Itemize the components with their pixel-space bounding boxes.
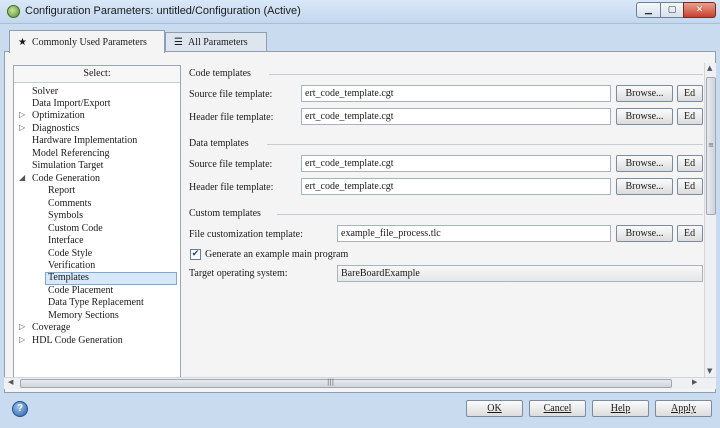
app-icon [7,5,20,18]
tree-item-solver[interactable]: Solver [32,86,58,98]
tab-all-parameters[interactable]: ☰ All Parameters [165,32,267,52]
category-tree: Select: Solver Data Import/Export ▷ Opti… [13,65,181,380]
data-source-template-field[interactable]: ert_code_template.cgt [301,155,611,172]
data-source-browse-button[interactable]: Browse... [616,155,673,172]
code-header-browse-button[interactable]: Browse... [616,108,673,125]
close-button[interactable]: ✕ [683,2,716,18]
tree-item-simulation-target[interactable]: Simulation Target [32,160,103,172]
tree-item-templates[interactable]: Templates [45,272,177,285]
data-header-label: Header file template: [189,182,274,193]
data-source-edit-button[interactable]: Ed [677,155,703,172]
data-header-edit-button[interactable]: Ed [677,178,703,195]
tree-item-code-style[interactable]: Code Style [48,248,92,260]
generate-main-checkbox[interactable]: ✔ [190,249,201,260]
tab-commonly-used-parameters[interactable]: ★ Commonly Used Parameters [9,30,165,53]
minimize-icon: ▁ [645,5,652,15]
file-customization-browse-button[interactable]: Browse... [616,225,673,242]
list-icon: ☰ [174,37,183,48]
group-divider [277,214,703,215]
tree-item-model-referencing[interactable]: Model Referencing [32,148,109,160]
tree-item-verification[interactable]: Verification [48,260,95,272]
tree-item-data-type-replacement[interactable]: Data Type Replacement [48,297,144,309]
tree-item-optimization[interactable]: Optimization [32,110,85,122]
file-customization-edit-button[interactable]: Ed [677,225,703,242]
minimize-button[interactable]: ▁ [636,2,661,18]
group-divider [269,74,703,75]
data-source-label: Source file template: [189,159,273,170]
tree-item-diagnostics[interactable]: Diagnostics [32,123,79,135]
code-source-template-field[interactable]: ert_code_template.cgt [301,85,611,102]
file-customization-template-field[interactable]: example_file_process.tlc [337,225,611,242]
window-title: Configuration Parameters: untitled/Confi… [25,5,301,17]
tree-item-coverage[interactable]: Coverage [32,322,70,334]
tree-item-hdl-code-generation[interactable]: HDL Code Generation [32,335,123,347]
expand-arrow-icon[interactable]: ▷ [19,123,25,132]
maximize-icon: ▢ [667,5,677,15]
horizontal-scroll-thumb[interactable] [20,379,672,388]
ok-button[interactable]: OK [466,400,523,417]
scroll-left-arrow-icon[interactable]: ◀ [8,378,13,386]
scroll-down-arrow-icon[interactable]: ▼ [707,367,712,375]
file-customization-label: File customization template: [189,229,303,240]
tree-item-symbols[interactable]: Symbols [48,210,83,222]
code-templates-title: Code templates [189,68,251,79]
code-source-label: Source file template: [189,89,273,100]
main-panel: Select: Solver Data Import/Export ▷ Opti… [4,51,716,393]
collapse-arrow-icon[interactable]: ◢ [19,173,25,182]
data-templates-title: Data templates [189,138,249,149]
target-os-select[interactable]: BareBoardExample [337,265,703,282]
custom-templates-title: Custom templates [189,208,261,219]
tree-item-memory-sections[interactable]: Memory Sections [48,310,119,322]
tab-label: All Parameters [187,37,248,48]
help-icon[interactable]: ? [12,401,28,417]
data-header-template-field[interactable]: ert_code_template.cgt [301,178,611,195]
horizontal-scrollbar[interactable]: ◀ ||| ▶ [4,377,716,389]
group-divider [267,144,703,145]
tree-header: Select: [14,66,180,83]
maximize-button[interactable]: ▢ [660,2,684,18]
help-button[interactable]: Help [592,400,649,417]
code-header-edit-button[interactable]: Ed [677,108,703,125]
scroll-up-arrow-icon[interactable]: ▲ [707,64,712,72]
tree-item-hardware-implementation[interactable]: Hardware Implementation [32,135,137,147]
code-source-edit-button[interactable]: Ed [677,85,703,102]
tree-item-interface[interactable]: Interface [48,235,84,247]
tab-label: Commonly Used Parameters [31,36,147,48]
tree-item-custom-code[interactable]: Custom Code [48,223,103,235]
apply-button[interactable]: Apply [655,400,712,417]
star-icon: ★ [18,36,27,48]
scroll-grip-icon: ≡ [708,141,714,149]
scroll-right-arrow-icon[interactable]: ▶ [692,378,697,386]
expand-arrow-icon[interactable]: ▷ [19,110,25,119]
tree-item-data-import-export[interactable]: Data Import/Export [32,98,111,110]
data-header-browse-button[interactable]: Browse... [616,178,673,195]
title-bar: Configuration Parameters: untitled/Confi… [0,0,720,24]
code-header-template-field[interactable]: ert_code_template.cgt [301,108,611,125]
tree-item-report[interactable]: Report [48,185,75,197]
scroll-grip-icon: ||| [327,378,335,386]
vertical-scrollbar[interactable]: ▲ ≡ ▼ [704,63,716,379]
cancel-button[interactable]: Cancel [529,400,586,417]
code-source-browse-button[interactable]: Browse... [616,85,673,102]
target-os-label: Target operating system: [189,268,288,279]
tree-item-code-placement[interactable]: Code Placement [48,285,113,297]
expand-arrow-icon[interactable]: ▷ [19,322,25,331]
tree-item-comments[interactable]: Comments [48,198,91,210]
generate-main-label: Generate an example main program [205,249,349,260]
expand-arrow-icon[interactable]: ▷ [19,335,25,344]
tree-item-code-generation[interactable]: Code Generation [32,173,100,185]
tab-strip: ★ Commonly Used Parameters ☰ All Paramet… [0,24,720,53]
code-header-label: Header file template: [189,112,274,123]
check-mark-icon: ✔ [191,249,200,259]
close-icon: ✕ [695,5,704,15]
